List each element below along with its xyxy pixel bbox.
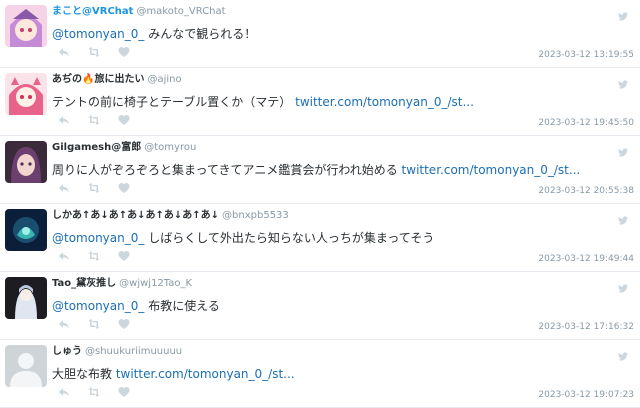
tweet-header: あぢの🔥旅に出たい @ajino xyxy=(52,73,182,87)
mention-link[interactable]: @tomonyan_0_ xyxy=(52,299,144,313)
avatar[interactable] xyxy=(5,209,47,251)
twitter-bird-icon[interactable] xyxy=(618,74,628,89)
reply-icon[interactable] xyxy=(58,182,70,194)
author-name[interactable]: しゅう xyxy=(52,346,82,357)
mention-link[interactable]: @tomonyan_0_ xyxy=(52,27,144,41)
reply-icon[interactable] xyxy=(58,386,70,398)
author-handle[interactable]: @shuukuriimuuuuu xyxy=(85,346,182,357)
reply-icon[interactable] xyxy=(58,318,70,330)
author-handle[interactable]: @wjwj12Tao_K xyxy=(119,278,192,289)
timestamp[interactable]: 2023-03-12 19:49:44 xyxy=(538,254,634,264)
tweet-body: 大胆な布教 xyxy=(52,367,116,381)
author-handle[interactable]: @makoto_VRChat xyxy=(136,6,225,17)
timestamp[interactable]: 2023-03-12 19:07:23 xyxy=(538,390,634,400)
author-handle[interactable]: @ajino xyxy=(147,74,181,85)
avatar[interactable] xyxy=(5,73,47,115)
tweet-text: 大胆な布教 twitter.com/tomonyan_0_/st... xyxy=(52,366,295,382)
reply-icon[interactable] xyxy=(58,250,70,262)
tweet-item: しゅう @shuukuriimuuuuu 大胆な布教 twitter.com/to… xyxy=(0,340,640,408)
retweet-icon[interactable] xyxy=(88,250,100,262)
like-icon[interactable] xyxy=(118,182,130,194)
retweet-icon[interactable] xyxy=(88,182,100,194)
tweet-item: まこと@VRChat @makoto_VRChat @tomonyan_0_ みん… xyxy=(0,0,640,68)
tweet-feed: まこと@VRChat @makoto_VRChat @tomonyan_0_ みん… xyxy=(0,0,640,408)
tweet-header: まこと@VRChat @makoto_VRChat xyxy=(52,5,226,19)
like-icon[interactable] xyxy=(118,114,130,126)
author-handle[interactable]: @tomyrou xyxy=(144,142,196,153)
twitter-bird-icon[interactable] xyxy=(618,210,628,225)
like-icon[interactable] xyxy=(118,318,130,330)
retweet-icon[interactable] xyxy=(88,46,100,58)
avatar[interactable] xyxy=(5,277,47,319)
reply-icon[interactable] xyxy=(58,46,70,58)
tweet-item: しかあ↑あ↓あ↑あ↓あ↑あ↓あ↑あ↓ @bnxpb5533 @tomonyan_0… xyxy=(0,204,640,272)
mention-link[interactable]: @tomonyan_0_ xyxy=(52,231,144,245)
twitter-bird-icon[interactable] xyxy=(618,278,628,293)
tweet-body: みんなで観られる！ xyxy=(144,27,257,41)
author-name[interactable]: Gilgamesh@富郎 xyxy=(52,142,141,153)
reply-icon[interactable] xyxy=(58,114,70,126)
tweet-text: テントの前に椅子とテーブル置くか（マテ） twitter.com/tomonya… xyxy=(52,94,474,110)
tweet-item: あぢの🔥旅に出たい @ajino テントの前に椅子とテーブル置くか（マテ） twi… xyxy=(0,68,640,136)
timestamp[interactable]: 2023-03-12 13:19:55 xyxy=(538,50,634,60)
timestamp[interactable]: 2023-03-12 19:45:50 xyxy=(538,118,634,128)
tweet-body: テントの前に椅子とテーブル置くか（マテ） xyxy=(52,95,296,109)
tweet-header: しゅう @shuukuriimuuuuu xyxy=(52,345,182,359)
tweet-header: Tao_黛灰推し @wjwj12Tao_K xyxy=(52,277,192,291)
retweet-icon[interactable] xyxy=(88,318,100,330)
tweet-body: 周りに人がぞろぞろと集まってきてアニメ鑑賞会が行われ始める xyxy=(52,163,402,177)
tweet-header: Gilgamesh@富郎 @tomyrou xyxy=(52,141,196,155)
tweet-body: しばらくして外出たら知らない人っちが集まってそう xyxy=(144,231,435,245)
author-name[interactable]: しかあ↑あ↓あ↑あ↓あ↑あ↓あ↑あ↓ xyxy=(52,210,219,221)
twitter-bird-icon[interactable] xyxy=(618,6,628,21)
like-icon[interactable] xyxy=(118,386,130,398)
twitter-bird-icon[interactable] xyxy=(618,142,628,157)
tweet-item: Gilgamesh@富郎 @tomyrou 周りに人がぞろぞろと集まってきてアニメ… xyxy=(0,136,640,204)
like-icon[interactable] xyxy=(118,250,130,262)
timestamp[interactable]: 2023-03-12 17:16:32 xyxy=(538,322,634,332)
tweet-text: @tomonyan_0_ しばらくして外出たら知らない人っちが集まってそう xyxy=(52,230,434,246)
author-name[interactable]: まこと@VRChat xyxy=(52,6,133,17)
author-name[interactable]: あぢの🔥旅に出たい xyxy=(52,74,144,85)
tweet-link[interactable]: twitter.com/tomonyan_0_/st... xyxy=(116,367,295,381)
timestamp[interactable]: 2023-03-12 20:55:38 xyxy=(538,186,634,196)
retweet-icon[interactable] xyxy=(88,114,100,126)
tweet-link[interactable]: twitter.com/tomonyan_0_/st... xyxy=(402,163,581,177)
tweet-text: 周りに人がぞろぞろと集まってきてアニメ鑑賞会が行われ始める twitter.co… xyxy=(52,162,580,178)
retweet-icon[interactable] xyxy=(88,386,100,398)
tweet-item: Tao_黛灰推し @wjwj12Tao_K @tomonyan_0_ 布教に使える… xyxy=(0,272,640,340)
avatar[interactable] xyxy=(5,5,47,47)
tweet-text: @tomonyan_0_ 布教に使える xyxy=(52,298,220,314)
avatar[interactable] xyxy=(5,141,47,183)
tweet-link[interactable]: twitter.com/tomonyan_0_/st... xyxy=(295,95,474,109)
avatar[interactable] xyxy=(5,345,47,387)
tweet-header: しかあ↑あ↓あ↑あ↓あ↑あ↓あ↑あ↓ @bnxpb5533 xyxy=(52,209,289,223)
author-name[interactable]: Tao_黛灰推し xyxy=(52,278,116,289)
tweet-body: 布教に使える xyxy=(144,299,220,313)
tweet-text: @tomonyan_0_ みんなで観られる！ xyxy=(52,26,256,42)
author-handle[interactable]: @bnxpb5533 xyxy=(222,210,289,221)
like-icon[interactable] xyxy=(118,46,130,58)
twitter-bird-icon[interactable] xyxy=(618,346,628,361)
